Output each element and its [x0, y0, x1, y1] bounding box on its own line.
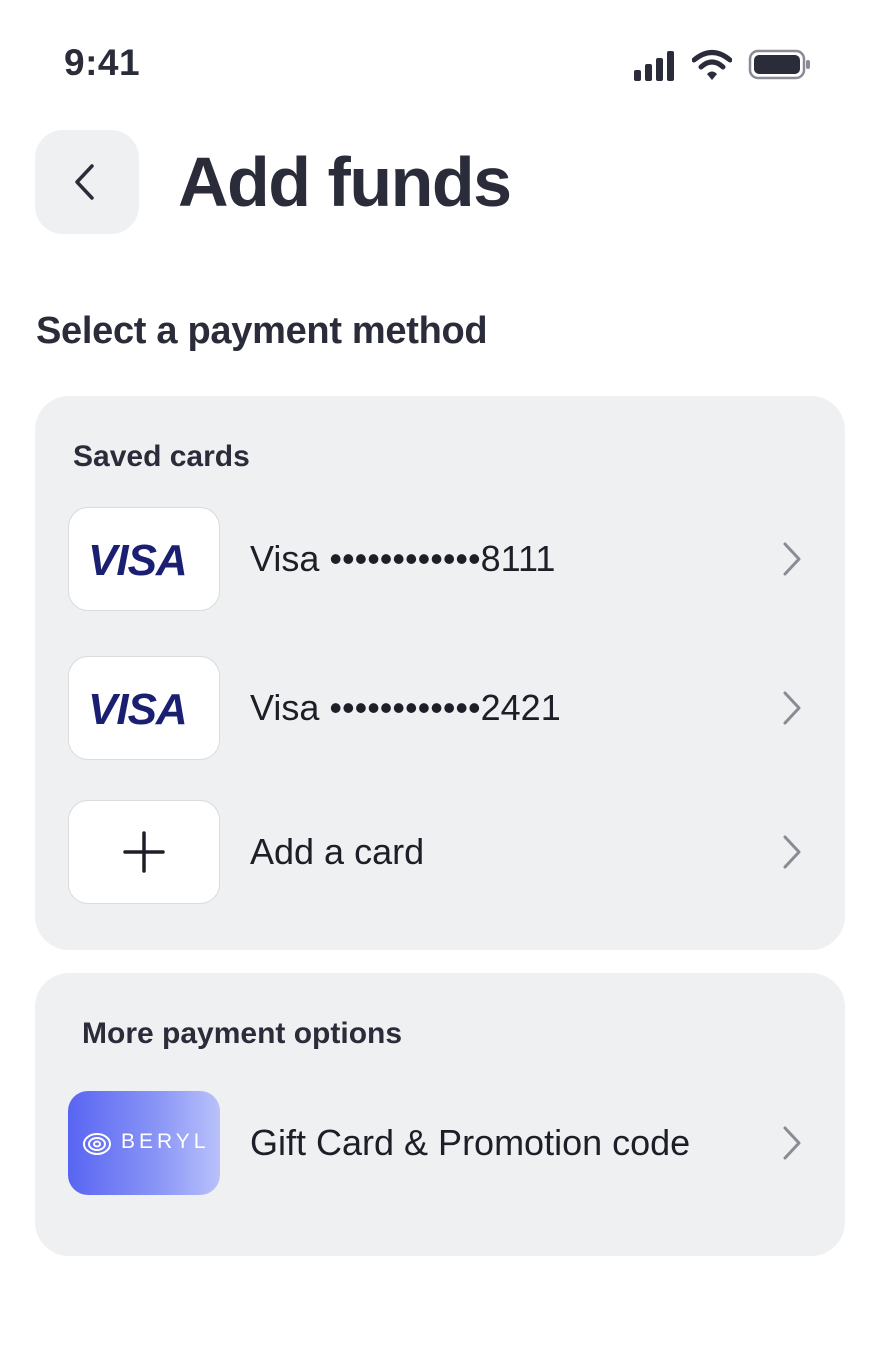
saved-cards-label: Saved cards: [73, 440, 250, 473]
status-bar: 9:41: [0, 0, 880, 130]
cellular-signal-icon: [634, 51, 674, 81]
visa-logo: VISA: [88, 690, 188, 730]
status-time: 9:41: [64, 42, 141, 83]
visa-logo: VISA: [88, 541, 188, 581]
add-funds-screen: 9:41 Add funds Select a payment method S…: [0, 0, 880, 1358]
add-card-thumbnail: [68, 800, 220, 904]
add-card-label: Add a card: [250, 831, 425, 872]
chevron-right-icon: [783, 835, 801, 869]
card-thumbnail: VISA: [68, 656, 220, 760]
card-thumbnail: VISA: [68, 507, 220, 611]
section-heading: Select a payment method: [36, 310, 488, 352]
svg-text:VISA: VISA: [88, 690, 187, 730]
more-payment-options-label: More payment options: [82, 1017, 403, 1050]
gift-card-label: Gift Card & Promotion code: [250, 1122, 691, 1163]
beryl-logo-thumbnail: BERYL: [68, 1091, 220, 1195]
chevron-right-icon: [783, 691, 801, 725]
plus-icon: [123, 831, 165, 873]
card-label: Visa ••••••••••••8111: [250, 538, 556, 579]
add-card-button[interactable]: Add a card: [35, 800, 845, 904]
gift-card-promotion-row[interactable]: BERYL Gift Card & Promotion code: [35, 1091, 845, 1195]
beryl-swirl-icon: [83, 1133, 111, 1155]
status-icons: [632, 46, 812, 86]
battery-icon: [748, 49, 810, 80]
saved-cards-panel: Saved cards VISA Visa ••••••••••••8111 V…: [35, 396, 845, 950]
more-payment-options-panel: More payment options BERYL Gift Card & P…: [35, 973, 845, 1256]
chevron-right-icon: [783, 542, 801, 576]
saved-card-row[interactable]: VISA Visa ••••••••••••8111: [35, 507, 845, 611]
card-label: Visa ••••••••••••2421: [250, 687, 561, 728]
svg-text:VISA: VISA: [88, 541, 187, 581]
saved-card-row[interactable]: VISA Visa ••••••••••••2421: [35, 656, 845, 760]
chevron-left-icon: [75, 164, 94, 200]
page-title: Add funds: [178, 143, 512, 221]
beryl-logo-text: BERYL: [121, 1130, 210, 1153]
wifi-icon: [692, 50, 732, 80]
back-button[interactable]: [35, 130, 139, 234]
chevron-right-icon: [783, 1126, 801, 1160]
